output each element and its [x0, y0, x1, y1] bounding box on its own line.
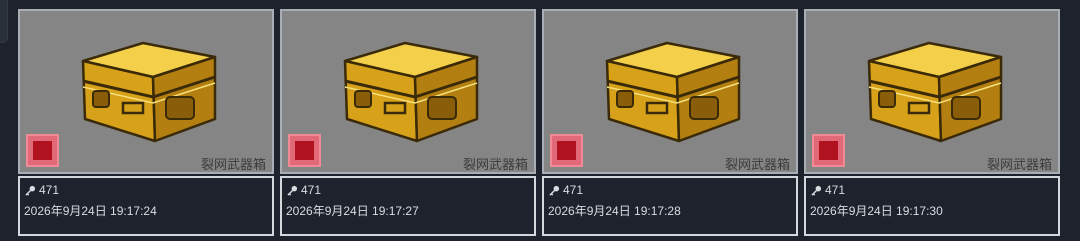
item-name-label: 裂网武器箱	[724, 157, 790, 172]
item-thumbnail[interactable]: 裂网武器箱	[18, 9, 274, 174]
receipt-badge[interactable]	[26, 134, 59, 167]
receipt-badge[interactable]	[288, 134, 321, 167]
timestamp: 2026年9月24日 19:17:30	[810, 204, 943, 218]
key-icon	[25, 185, 36, 196]
receipt-badge[interactable]	[812, 134, 845, 167]
receipt-icon	[33, 141, 52, 160]
item-card[interactable]: 裂网武器箱 471 2026年9月24日 19:17:27	[280, 9, 536, 236]
receipt-icon	[295, 141, 314, 160]
key-count-row: 471	[25, 183, 59, 197]
key-count-row: 471	[287, 183, 321, 197]
timestamp: 2026年9月24日 19:17:27	[286, 204, 419, 218]
weapon-case-icon	[81, 41, 217, 143]
key-count: 471	[825, 183, 846, 197]
scroll-edge-tab	[0, 0, 8, 43]
key-icon	[811, 185, 822, 196]
item-info-panel: 471 2026年9月24日 19:17:24	[18, 176, 274, 236]
weapon-case-icon	[343, 41, 479, 143]
receipt-badge[interactable]	[550, 134, 583, 167]
key-count: 471	[39, 183, 60, 197]
item-thumbnail[interactable]: 裂网武器箱	[804, 9, 1060, 174]
item-grid: 裂网武器箱 471 2026年9月24日 19:17:24 裂网武器箱 471 …	[18, 9, 1060, 236]
item-card[interactable]: 裂网武器箱 471 2026年9月24日 19:17:30	[804, 9, 1060, 236]
receipt-icon	[819, 141, 838, 160]
item-card[interactable]: 裂网武器箱 471 2026年9月24日 19:17:24	[18, 9, 274, 236]
item-thumbnail[interactable]: 裂网武器箱	[280, 9, 536, 174]
key-count-row: 471	[549, 183, 583, 197]
item-name-label: 裂网武器箱	[462, 157, 528, 172]
key-icon	[549, 185, 560, 196]
item-thumbnail[interactable]: 裂网武器箱	[542, 9, 798, 174]
receipt-icon	[557, 141, 576, 160]
weapon-case-icon	[867, 41, 1003, 143]
key-icon	[287, 185, 298, 196]
key-count-row: 471	[811, 183, 845, 197]
item-info-panel: 471 2026年9月24日 19:17:30	[804, 176, 1060, 236]
item-info-panel: 471 2026年9月24日 19:17:27	[280, 176, 536, 236]
item-name-label: 裂网武器箱	[200, 157, 266, 172]
timestamp: 2026年9月24日 19:17:28	[548, 204, 681, 218]
item-card[interactable]: 裂网武器箱 471 2026年9月24日 19:17:28	[542, 9, 798, 236]
item-info-panel: 471 2026年9月24日 19:17:28	[542, 176, 798, 236]
timestamp: 2026年9月24日 19:17:24	[24, 204, 157, 218]
key-count: 471	[563, 183, 584, 197]
item-name-label: 裂网武器箱	[986, 157, 1052, 172]
weapon-case-icon	[605, 41, 741, 143]
key-count: 471	[301, 183, 322, 197]
